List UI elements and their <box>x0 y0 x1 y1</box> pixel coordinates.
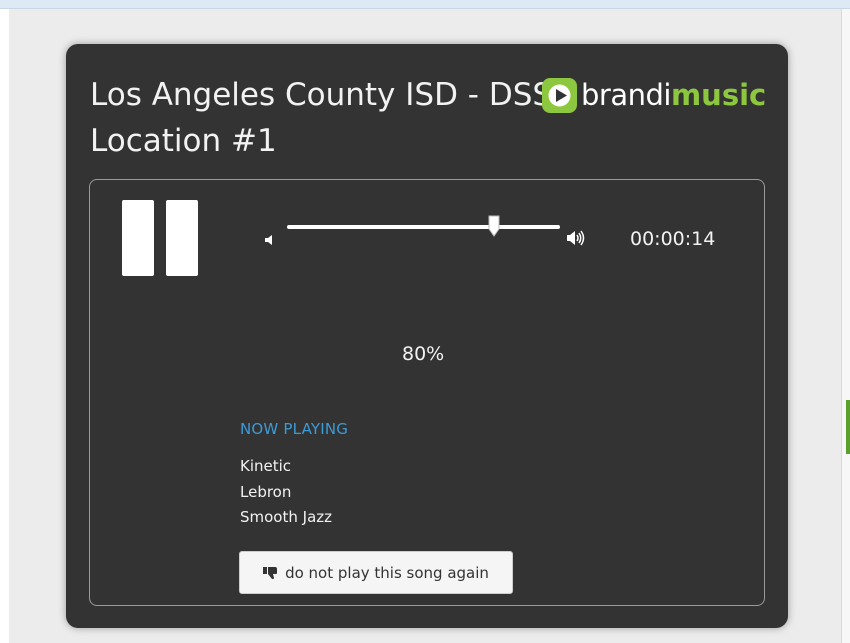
thumbs-down-icon <box>263 566 279 580</box>
track-line-1: Kinetic <box>240 457 292 475</box>
track-line-3: Smooth Jazz <box>240 508 333 526</box>
pause-button[interactable] <box>120 198 200 278</box>
player-card: Los Angeles County ISD - DSS brandi musi… <box>66 44 788 628</box>
volume-slider[interactable] <box>287 215 560 237</box>
now-playing-label: NOW PLAYING <box>240 420 349 438</box>
right-edge-panel <box>841 9 850 643</box>
player-panel: 00:00:14 80% NOW PLAYING Kinetic Lebron … <box>89 179 765 606</box>
pause-icon <box>166 200 198 276</box>
edge-accent <box>846 400 850 454</box>
elapsed-time: 00:00:14 <box>630 228 716 250</box>
page: Los Angeles County ISD - DSS brandi musi… <box>0 0 850 643</box>
volume-slider-handle[interactable] <box>488 215 500 237</box>
logo-brandi-text: brandi <box>581 78 671 112</box>
play-logo-icon <box>542 77 577 113</box>
volume-high-icon[interactable] <box>566 230 586 250</box>
now-playing-track-info: Kinetic Lebron Smooth Jazz <box>240 454 332 531</box>
brandimusic-logo: brandi music <box>542 75 766 115</box>
pause-icon <box>122 200 154 276</box>
do-not-play-label: do not play this song again <box>285 563 489 582</box>
logo-music-text: music <box>670 78 767 112</box>
title-line-2: Location #1 <box>90 123 277 159</box>
volume-low-icon[interactable] <box>264 231 276 250</box>
do-not-play-button[interactable]: do not play this song again <box>239 551 513 594</box>
track-line-2: Lebron <box>240 482 292 501</box>
volume-percent: 80% <box>402 343 445 365</box>
title-line-1: Los Angeles County ISD - DSS <box>90 77 553 113</box>
browser-top-strip <box>0 0 850 9</box>
